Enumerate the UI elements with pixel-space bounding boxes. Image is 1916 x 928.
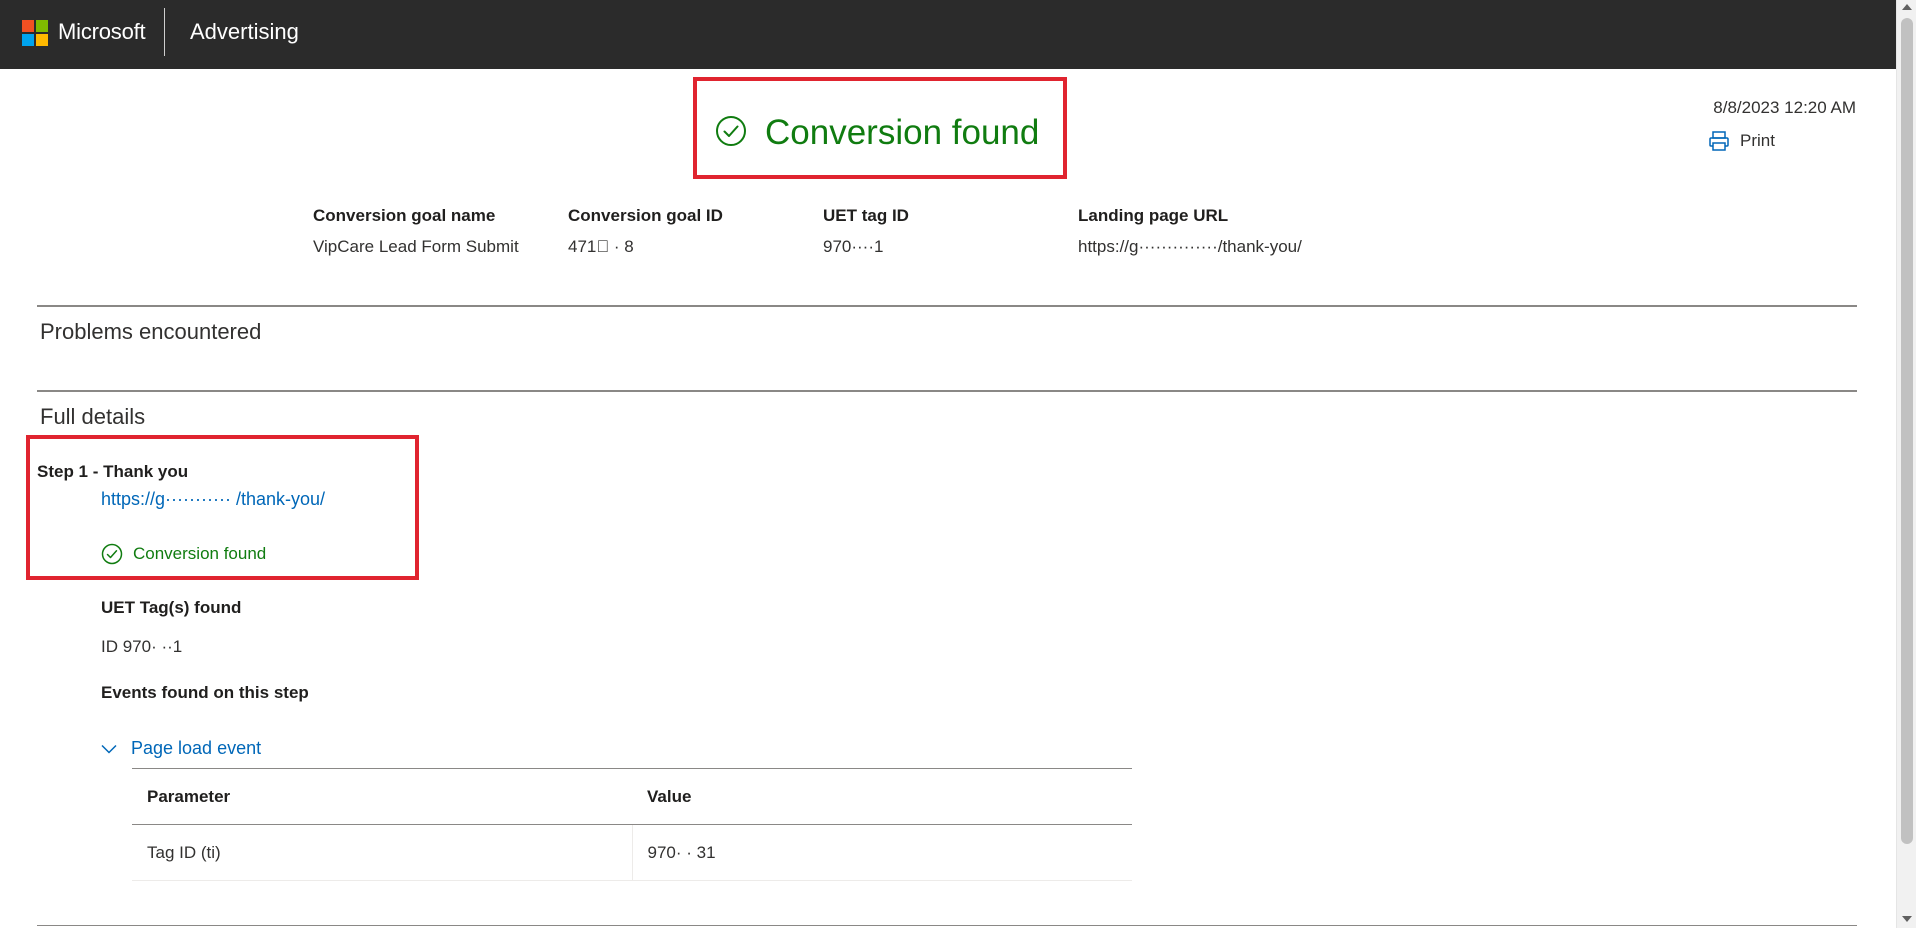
logo-square-red bbox=[22, 20, 34, 32]
problems-section-title: Problems encountered bbox=[40, 319, 262, 344]
section-divider bbox=[37, 925, 1857, 926]
event-parameters-table: Parameter Value Tag ID (ti) 970· · 31 bbox=[132, 768, 1132, 881]
chevron-down-icon bbox=[101, 744, 117, 754]
step-conversion-status: Conversion found bbox=[101, 543, 266, 565]
landing-page-value: https://g··············/thank-you/ bbox=[1078, 237, 1302, 256]
vertical-scrollbar[interactable] bbox=[1896, 0, 1916, 928]
table-header-row: Parameter Value bbox=[132, 768, 1132, 825]
cell-value: 970· · 31 bbox=[632, 824, 1132, 881]
step-title: Step 1 - Thank you bbox=[37, 462, 189, 481]
goal-name-label: Conversion goal name bbox=[313, 206, 496, 225]
goal-id-value: 471⃨ · 8 bbox=[568, 237, 634, 256]
check-circle-icon bbox=[716, 116, 746, 146]
step-status-label: Conversion found bbox=[133, 544, 267, 563]
top-nav-bar: Microsoft Advertising bbox=[0, 0, 1896, 69]
summary-goal-name: Conversion goal name VipCare Lead Form S… bbox=[313, 206, 519, 257]
product-name[interactable]: Advertising bbox=[190, 19, 299, 45]
uet-tags-found-value: ID 970· ··1 bbox=[101, 637, 183, 656]
page-load-event-label: Page load event bbox=[131, 738, 262, 758]
brand-name[interactable]: Microsoft bbox=[58, 19, 146, 45]
conversion-status-highlight: Conversion found bbox=[693, 77, 1067, 179]
conversion-status-title: Conversion found bbox=[765, 113, 1040, 152]
column-header-value: Value bbox=[632, 768, 1132, 825]
summary-goal-id: Conversion goal ID 471⃨ · 8 bbox=[568, 206, 723, 257]
logo-square-blue bbox=[22, 34, 34, 46]
logo-square-yellow bbox=[36, 34, 48, 46]
uet-tags-found-label: UET Tag(s) found bbox=[101, 598, 242, 617]
section-divider bbox=[37, 305, 1857, 307]
logo-square-green bbox=[36, 20, 48, 32]
section-divider bbox=[37, 390, 1857, 392]
summary-landing-page: Landing page URL https://g··············… bbox=[1078, 206, 1302, 257]
goal-id-label: Conversion goal ID bbox=[568, 206, 723, 225]
events-found-label: Events found on this step bbox=[101, 683, 309, 702]
page-load-event-toggle[interactable]: Page load event bbox=[101, 738, 261, 759]
full-details-section-title: Full details bbox=[40, 404, 146, 429]
header-divider bbox=[164, 8, 165, 56]
cell-parameter: Tag ID (ti) bbox=[132, 824, 633, 881]
report-timestamp: 8/8/2023 12:20 AM bbox=[1713, 98, 1856, 117]
check-circle-icon bbox=[101, 543, 123, 565]
landing-page-label: Landing page URL bbox=[1078, 206, 1229, 225]
printer-icon bbox=[1709, 131, 1729, 151]
table-row: Tag ID (ti) 970· · 31 bbox=[132, 824, 1132, 881]
uet-tag-label: UET tag ID bbox=[823, 206, 909, 225]
microsoft-logo-icon[interactable] bbox=[22, 20, 48, 46]
summary-uet-tag: UET tag ID 970····1 bbox=[823, 206, 909, 257]
print-label: Print bbox=[1740, 131, 1775, 150]
scroll-thumb[interactable] bbox=[1901, 18, 1913, 844]
print-button[interactable]: Print bbox=[1708, 130, 1775, 152]
uet-tag-value: 970····1 bbox=[823, 237, 884, 256]
scroll-up-arrow-icon[interactable] bbox=[1902, 4, 1912, 10]
goal-name-value: VipCare Lead Form Submit bbox=[313, 237, 519, 256]
column-header-parameter: Parameter bbox=[132, 768, 632, 825]
step-url-link[interactable]: https://g··········· /thank-you/ bbox=[101, 489, 325, 510]
scroll-down-arrow-icon[interactable] bbox=[1902, 916, 1912, 922]
